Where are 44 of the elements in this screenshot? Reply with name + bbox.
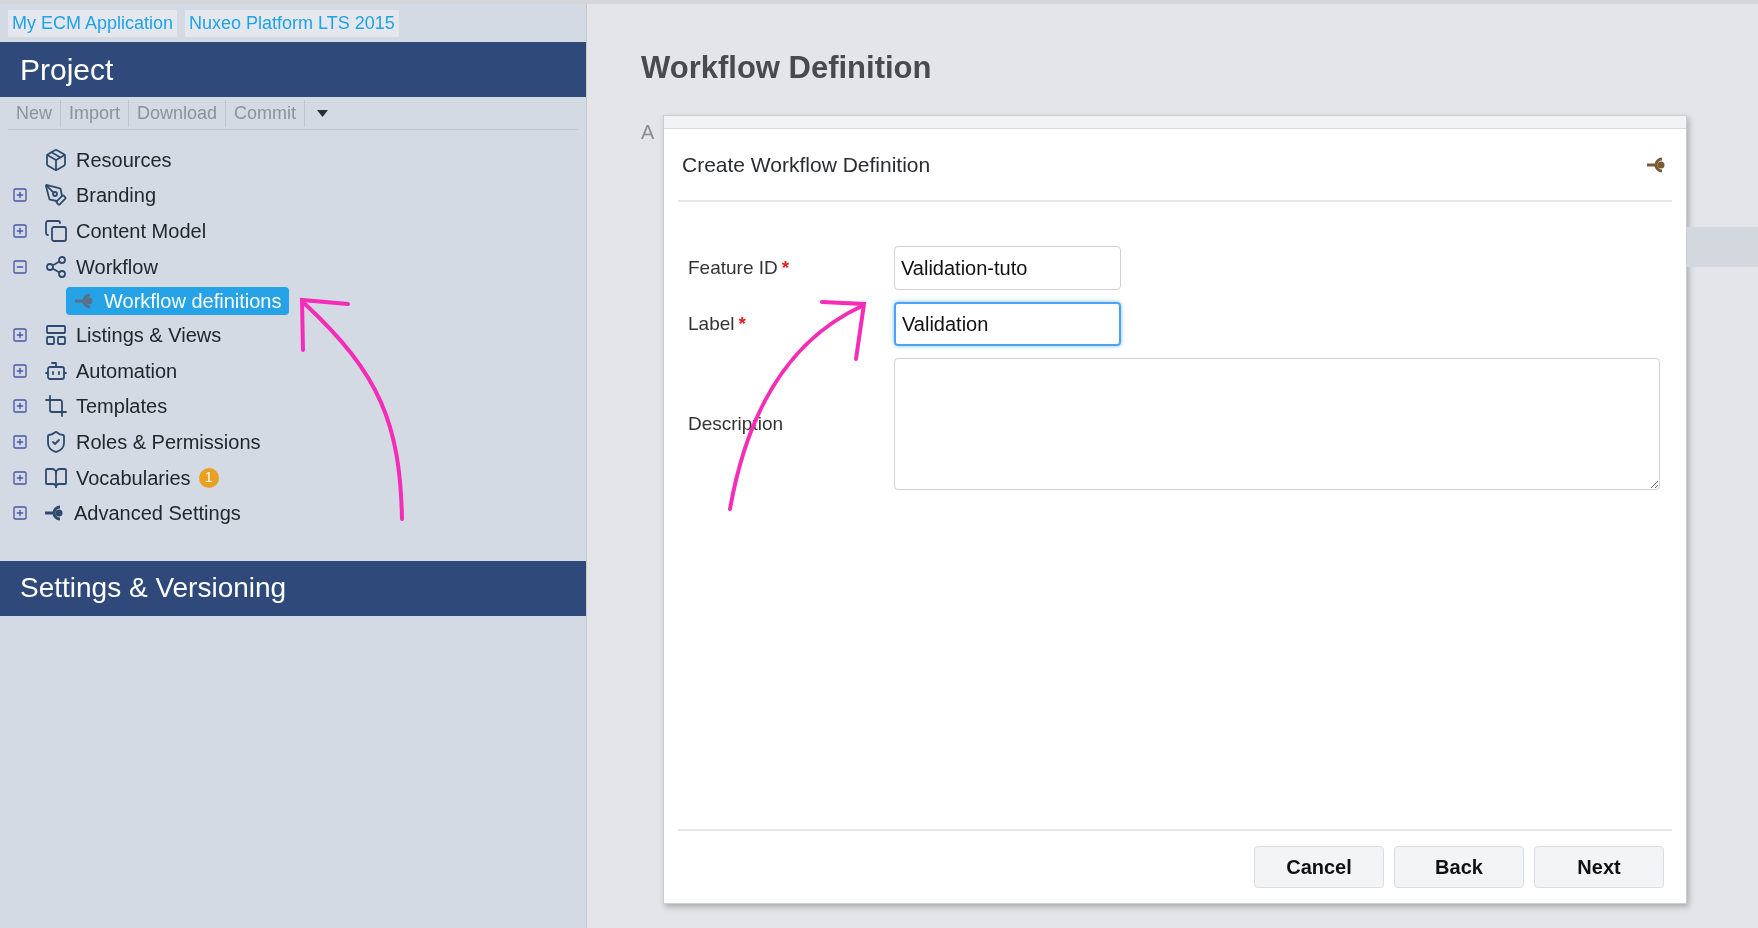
collapse-icon[interactable] bbox=[12, 258, 28, 275]
tree-item[interactable]: Listings & Views bbox=[72, 320, 226, 351]
pen-icon bbox=[44, 183, 68, 208]
count-badge: 1 bbox=[198, 467, 219, 488]
tree-item[interactable]: Templates bbox=[72, 391, 172, 422]
required-marker: * bbox=[781, 255, 790, 280]
tree-item[interactable]: Advanced Settings bbox=[70, 498, 245, 529]
expand-icon[interactable] bbox=[12, 362, 28, 379]
tree-item[interactable]: Resources bbox=[72, 144, 176, 175]
book-icon bbox=[44, 465, 68, 490]
dialog-button[interactable]: Cancel bbox=[1254, 846, 1384, 888]
tree-item[interactable]: Branding bbox=[72, 180, 161, 211]
partial-text: A bbox=[641, 120, 656, 145]
tree-item[interactable]: Automation bbox=[72, 355, 182, 386]
copy-icon bbox=[44, 219, 68, 243]
panel-header: Project bbox=[0, 42, 586, 97]
expand-icon[interactable] bbox=[12, 223, 28, 239]
expand-icon[interactable] bbox=[12, 433, 28, 450]
tree-item[interactable]: Content Model bbox=[72, 216, 211, 246]
shield-icon bbox=[44, 429, 68, 454]
caret-icon bbox=[317, 109, 329, 117]
box-icon bbox=[44, 147, 68, 172]
text-field[interactable]: Validation-tuto bbox=[894, 246, 1121, 290]
text-field[interactable]: Validation bbox=[894, 302, 1121, 346]
dialog-title: Create Workflow Definition bbox=[682, 151, 931, 178]
field-label: Label bbox=[688, 311, 735, 336]
tree-item[interactable]: Vocabularies bbox=[72, 462, 195, 493]
expand-icon[interactable] bbox=[12, 187, 28, 204]
tree-item[interactable]: Roles & Permissions bbox=[72, 426, 265, 457]
required-marker: * bbox=[738, 311, 746, 336]
dialog-button[interactable]: Next bbox=[1534, 846, 1664, 888]
description-field[interactable] bbox=[894, 358, 1660, 490]
dialog-button[interactable]: Back bbox=[1394, 846, 1524, 888]
share-icon bbox=[44, 254, 68, 279]
tree-item[interactable]: Workflow bbox=[72, 251, 162, 282]
expand-icon[interactable] bbox=[12, 469, 28, 486]
expand-icon[interactable] bbox=[12, 327, 28, 344]
section-header[interactable]: Settings & Versioning bbox=[0, 560, 586, 616]
expand-icon[interactable] bbox=[12, 505, 28, 522]
page-title: Workflow Definition bbox=[641, 52, 933, 83]
expand-icon[interactable] bbox=[12, 398, 28, 415]
crop-icon bbox=[44, 394, 68, 419]
field-label: Feature ID bbox=[688, 255, 778, 280]
layout-icon bbox=[44, 323, 68, 348]
